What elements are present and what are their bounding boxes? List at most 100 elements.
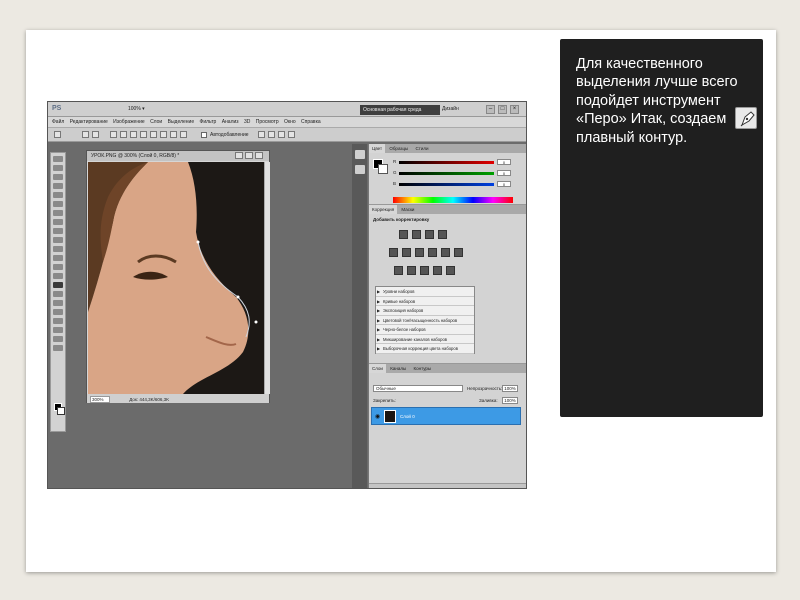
exposure-icon[interactable] [438,230,447,239]
menu-file[interactable]: Файл [52,117,64,128]
tab-color[interactable]: Цвет [369,144,386,153]
preset-item[interactable]: Кривые наборов [376,297,474,306]
line-icon[interactable] [170,131,177,138]
curves-icon[interactable] [425,230,434,239]
menu-analysis[interactable]: Анализ [222,117,239,128]
preset-item[interactable]: Цветовой тон/Насыщенность наборов [376,316,474,325]
maximize-button[interactable]: □ [498,105,507,114]
preset-item[interactable]: Экспозиция наборов [376,306,474,316]
menu-select[interactable]: Выделение [168,117,195,128]
gradient-tool-icon[interactable] [53,255,63,261]
channel-mixer-icon[interactable] [454,248,463,257]
vertical-scrollbar[interactable] [264,162,270,394]
pen-preset-icon[interactable] [54,131,61,138]
tab-adjustments[interactable]: Коррекция [369,205,398,214]
menu-edit[interactable]: Редактирование [70,117,108,128]
blend-mode-select[interactable]: Обычные [373,385,463,392]
shape-tool-icon[interactable] [53,309,63,315]
move-tool-icon[interactable] [53,156,63,162]
doc-close-button[interactable] [255,152,263,159]
blur-tool-icon[interactable] [53,264,63,270]
close-button[interactable]: × [510,105,519,114]
custom-shape-icon[interactable] [180,131,187,138]
zoom-dropdown[interactable]: 100% ▾ [128,106,145,112]
design-workspace[interactable]: Дизайн [442,106,459,112]
layer-row[interactable]: ◉ Слой 0 [371,407,521,425]
vibrance-icon[interactable] [389,248,398,257]
levels-icon[interactable] [412,230,421,239]
quick-select-tool-icon[interactable] [53,183,63,189]
photo-filter-icon[interactable] [441,248,450,257]
tab-layers[interactable]: Слои [369,364,386,373]
background-color-swatch[interactable] [57,407,65,415]
preset-item[interactable]: Черно-белое наборов [376,325,474,335]
workspace-button[interactable]: Основная рабочая среда [360,105,440,115]
g-value[interactable]: 0 [497,170,511,176]
marquee-tool-icon[interactable] [53,165,63,171]
menu-window[interactable]: Окно [284,117,296,128]
lasso-tool-icon[interactable] [53,174,63,180]
shape-layers-icon[interactable] [82,131,89,138]
path-select-tool-icon[interactable] [53,300,63,306]
stamp-tool-icon[interactable] [53,228,63,234]
path-subtract-icon[interactable] [268,131,275,138]
crop-tool-icon[interactable] [53,192,63,198]
hue-icon[interactable] [402,248,411,257]
gradient-map-icon[interactable] [433,266,442,275]
type-tool-icon[interactable] [53,291,63,297]
r-value[interactable]: 0 [497,159,511,165]
ellipse-icon[interactable] [150,131,157,138]
zoom-percent-field[interactable]: 300% [90,396,110,403]
invert-icon[interactable] [394,266,403,275]
posterize-icon[interactable] [407,266,416,275]
brightness-icon[interactable] [399,230,408,239]
paths-icon[interactable] [92,131,99,138]
image-canvas[interactable] [88,162,264,394]
preset-item[interactable]: Микширование каналов наборов [376,335,474,344]
tab-styles[interactable]: Стили [413,144,432,153]
minimize-button[interactable]: – [486,105,495,114]
tab-swatches[interactable]: Образцы [386,144,411,153]
bw-icon[interactable] [428,248,437,257]
path-intersect-icon[interactable] [278,131,285,138]
dodge-tool-icon[interactable] [53,273,63,279]
brush-tool-icon[interactable] [53,219,63,225]
zoom-tool-icon[interactable] [53,345,63,351]
eyedropper-tool-icon[interactable] [53,201,63,207]
rectangle-icon[interactable] [130,131,137,138]
path-add-icon[interactable] [258,131,265,138]
eraser-tool-icon[interactable] [53,246,63,252]
rounded-rectangle-icon[interactable] [140,131,147,138]
menu-filter[interactable]: Фильтр [200,117,217,128]
doc-minimize-button[interactable] [235,152,243,159]
g-slider[interactable] [399,172,494,175]
tab-channels[interactable]: Каналы [387,364,409,373]
history-brush-tool-icon[interactable] [53,237,63,243]
panel-background-swatch[interactable] [378,164,388,174]
menu-3d[interactable]: 3D [244,117,250,128]
menu-help[interactable]: Справка [301,117,321,128]
eye-icon[interactable]: ◉ [375,413,380,420]
history-panel-icon[interactable] [354,150,365,159]
menu-view[interactable]: Просмотр [256,117,279,128]
hand-tool-icon[interactable] [53,336,63,342]
menu-image[interactable]: Изображение [113,117,145,128]
navigator-panel-icon[interactable] [354,165,365,174]
preset-item[interactable]: Выборочная коррекция цвета наборов [376,344,474,354]
3d-rotate-tool-icon[interactable] [53,318,63,324]
tab-paths[interactable]: Контуры [410,364,434,373]
b-slider[interactable] [399,183,494,186]
b-value[interactable]: 0 [497,181,511,187]
menu-layers[interactable]: Слои [150,117,162,128]
healing-tool-icon[interactable] [53,210,63,216]
selective-color-icon[interactable] [446,266,455,275]
opacity-field[interactable]: 100% [502,385,518,392]
r-slider[interactable] [399,161,494,164]
tab-masks[interactable]: Маски [398,205,417,214]
doc-maximize-button[interactable] [245,152,253,159]
fill-field[interactable]: 100% [502,397,518,404]
threshold-icon[interactable] [420,266,429,275]
pen-icon[interactable] [110,131,117,138]
polygon-icon[interactable] [160,131,167,138]
pen-tool-icon[interactable] [53,282,63,288]
